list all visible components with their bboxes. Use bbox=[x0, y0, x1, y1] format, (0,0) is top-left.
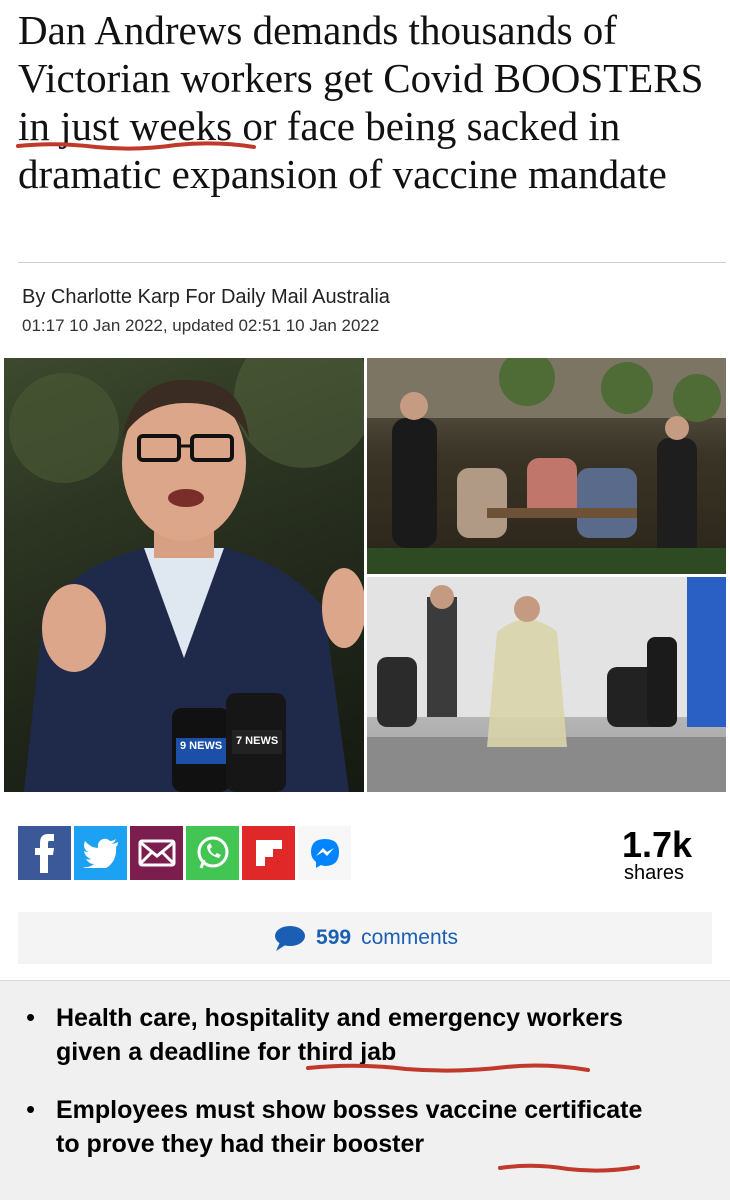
email-share-button[interactable] bbox=[130, 826, 183, 880]
clinic-illustration bbox=[367, 577, 726, 792]
share-count: 1.7k bbox=[622, 824, 693, 865]
comments-link[interactable]: 599 comments bbox=[18, 912, 712, 964]
facebook-icon bbox=[34, 834, 54, 873]
share-count-label: shares bbox=[624, 862, 685, 884]
messenger-icon bbox=[310, 839, 339, 868]
share-buttons bbox=[18, 826, 351, 880]
bullet-dot-icon: • bbox=[26, 1002, 36, 1032]
article-dateline: 01:17 10 Jan 2022, updated 02:51 10 Jan … bbox=[22, 316, 380, 335]
messenger-share-button[interactable] bbox=[298, 826, 351, 880]
whatsapp-icon bbox=[197, 836, 228, 869]
comments-count: 599 bbox=[316, 926, 352, 949]
photo-vaccination-clinic[interactable] bbox=[367, 577, 726, 792]
photo-premier-press-conference[interactable]: 9 NEWS 7 NEWS bbox=[4, 358, 364, 792]
bullet-dot-icon: • bbox=[26, 1094, 36, 1124]
facebook-share-button[interactable] bbox=[18, 826, 71, 880]
flipboard-share-button[interactable] bbox=[242, 826, 295, 880]
headline-divider bbox=[18, 262, 726, 263]
article-headline: Dan Andrews demands thousands of Victori… bbox=[18, 7, 704, 197]
summary-bullet: • Employees must show bosses vaccine cer… bbox=[26, 1093, 656, 1161]
summary-bullet-text: Health care, hospitality and emergency w… bbox=[56, 1004, 623, 1066]
twitter-icon bbox=[82, 838, 118, 868]
mail-icon bbox=[138, 839, 175, 867]
article-byline[interactable]: By Charlotte Karp For Daily Mail Austral… bbox=[22, 286, 390, 309]
press-conference-illustration bbox=[9, 358, 364, 792]
photo-cafe-patrons[interactable] bbox=[367, 358, 726, 574]
flipboard-icon bbox=[255, 840, 282, 866]
comments-label: comments bbox=[361, 926, 458, 949]
comment-bubble-icon bbox=[275, 926, 306, 951]
article-summary-bullets: • Health care, hospitality and emergency… bbox=[0, 980, 730, 1200]
whatsapp-share-button[interactable] bbox=[186, 826, 239, 880]
cafe-illustration bbox=[367, 358, 726, 574]
mic-label-seven: 7 NEWS bbox=[236, 735, 279, 747]
summary-bullet-text: Employees must show bosses vaccine certi… bbox=[56, 1096, 643, 1158]
twitter-share-button[interactable] bbox=[74, 826, 127, 880]
mic-label-nine: 9 NEWS bbox=[180, 740, 223, 752]
summary-bullet: • Health care, hospitality and emergency… bbox=[26, 1001, 656, 1069]
